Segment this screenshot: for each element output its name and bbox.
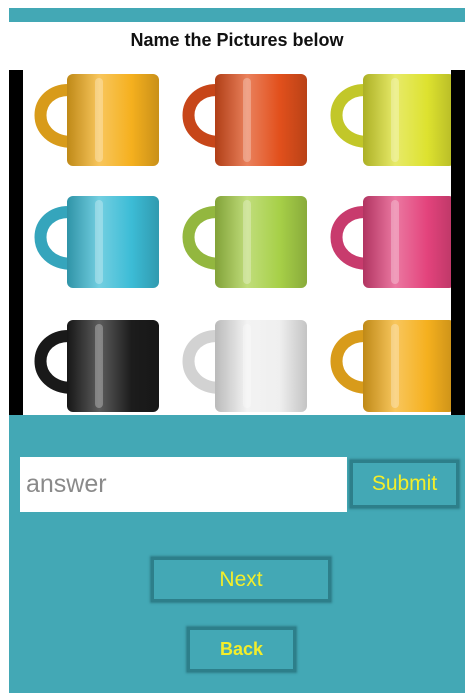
mug-highlight (243, 78, 251, 162)
picture (23, 70, 451, 415)
mug-highlight (95, 200, 103, 284)
mug-r3-c2 (182, 320, 307, 412)
mug-r3-c1 (34, 320, 159, 412)
mug-r1-c3 (330, 74, 451, 166)
next-button[interactable]: Next (151, 557, 331, 602)
mug-body (215, 74, 307, 166)
mug-highlight (243, 200, 251, 284)
mug-r2-c1 (34, 196, 159, 288)
mug-r2-c2 (182, 196, 307, 288)
mug-body (363, 320, 451, 412)
mug-r3-c3 (330, 320, 451, 412)
answer-panel: Submit Next Back (9, 415, 465, 693)
mug-highlight (391, 200, 399, 284)
mug-body (215, 196, 307, 288)
mug-body (363, 196, 451, 288)
submit-button[interactable]: Submit (350, 460, 459, 508)
mug-body (67, 196, 159, 288)
app-screen: Name the Pictures below Submit Next Back (9, 0, 465, 693)
mug-highlight (95, 78, 103, 162)
mug-highlight (391, 78, 399, 162)
mug-r1-c2 (182, 74, 307, 166)
mug-body (215, 320, 307, 412)
back-button[interactable]: Back (187, 627, 296, 672)
picture-frame (9, 70, 465, 415)
mug-highlight (243, 324, 251, 408)
answer-input[interactable] (20, 457, 347, 512)
top-bar (9, 8, 465, 22)
mug-body (363, 74, 451, 166)
mug-body (67, 320, 159, 412)
page-title: Name the Pictures below (130, 30, 344, 50)
mug-r2-c3 (330, 196, 451, 288)
mug-highlight (95, 324, 103, 408)
mugs-picture (34, 74, 451, 412)
mug-body (67, 74, 159, 166)
mug-r1-c1 (34, 74, 159, 166)
mug-highlight (391, 324, 399, 408)
